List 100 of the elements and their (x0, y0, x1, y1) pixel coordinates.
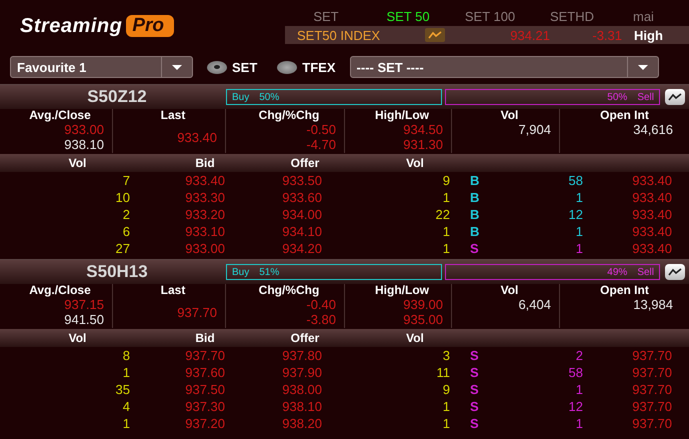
symbol-dropdown[interactable]: ---- SET ---- (350, 56, 659, 78)
favourite-dropdown[interactable]: Favourite 1 (10, 56, 193, 78)
radio-button[interactable] (277, 60, 298, 74)
column-header: Chg/%Chg (258, 284, 320, 297)
table-cell-text: 7 (122, 173, 130, 188)
table-cell-text: 2 (574, 348, 583, 363)
table-cell-text: 933.40 (631, 224, 672, 239)
table-cell-text: 933.00 (184, 241, 225, 256)
series-symbol: S50H13 (85, 262, 149, 282)
table-cell-text: 1 (574, 382, 583, 397)
column-header: Vol (68, 331, 88, 345)
table-cell-text: 933.60 (281, 190, 322, 205)
table-cell-text: 933.40 (631, 207, 672, 222)
table-cell-text: 1 (574, 190, 583, 205)
table-cell-text: 937.80 (281, 348, 322, 363)
sell-ratio-bar: 49% Sell (444, 264, 660, 280)
table-cell-text: 937.70 (631, 382, 672, 397)
column-header: Open Int (599, 284, 650, 297)
column-header: Vol (405, 331, 425, 345)
chart-button[interactable] (665, 264, 685, 280)
table-cell-text: S (469, 365, 480, 380)
table-cell-text: 933.40 (631, 190, 672, 205)
caret-icon (638, 64, 648, 70)
volume-value: 7,904 (517, 122, 551, 137)
column-header: Vol (68, 156, 88, 170)
table-cell-text: 1 (122, 416, 130, 431)
open-interest-value: 13,984 (632, 297, 673, 312)
table-cell-text: 3 (442, 348, 450, 363)
table-cell-text: 1 (442, 399, 450, 414)
column-header: Last (160, 109, 186, 122)
table-cell-text: 6 (122, 224, 130, 239)
table-cell-text: 937.30 (184, 399, 225, 414)
table-cell-text: 1 (442, 190, 450, 205)
table-cell-text: 9 (442, 173, 450, 188)
market-tab[interactable]: SET (285, 8, 367, 24)
close-price: 938.10 (63, 137, 104, 152)
logo-wordmark: Streaming (20, 14, 122, 38)
table-cell-text: 58 (568, 173, 583, 188)
radio-button[interactable] (207, 60, 227, 74)
table-cell-text: B (469, 190, 480, 205)
table-cell-text: 938.00 (281, 382, 322, 397)
table-cell-text: 934.20 (281, 241, 322, 256)
table-cell-text: 1 (574, 241, 583, 256)
column-header: High/Low (374, 284, 430, 297)
table-cell-text: 12 (568, 207, 583, 222)
table-cell-text: 937.50 (184, 382, 225, 397)
chart-button[interactable] (665, 89, 685, 105)
table-cell-text: 58 (568, 365, 583, 380)
table-cell-text: 937.70 (631, 365, 672, 380)
table-cell-text: B (469, 207, 480, 222)
table-cell-text: S (469, 416, 480, 431)
change-value: -0.50 (305, 122, 336, 137)
table-cell-text: S (469, 241, 480, 256)
index-name: SET50 INDEX (296, 28, 382, 42)
market-tab[interactable]: SET 50 (367, 8, 449, 24)
table-cell-text: 934.00 (281, 207, 322, 222)
radio-label: SET (232, 60, 258, 74)
change-value: -0.40 (305, 297, 336, 312)
table-cell-text: 937.70 (184, 348, 225, 363)
sell-ratio-bar: 50% Sell (444, 89, 660, 105)
table-cell-text: 1 (442, 224, 450, 239)
table-cell-text: 1 (442, 241, 450, 256)
market-tab[interactable]: mai (633, 8, 654, 24)
column-header: Last (160, 284, 186, 297)
table-cell-text: 1 (122, 365, 130, 380)
average-price: 933.00 (63, 122, 104, 137)
table-cell-text: 10 (114, 190, 130, 205)
market-tab[interactable]: SET 100 (449, 8, 531, 24)
column-header: Chg/%Chg (258, 109, 320, 122)
table-cell-text: 934.10 (281, 224, 322, 239)
column-header: Bid (194, 331, 216, 345)
table-cell-text: 1 (442, 416, 450, 431)
radio-label: TFEX (302, 60, 336, 74)
change-percent: -3.80 (305, 312, 336, 327)
chart-icon[interactable] (425, 28, 445, 42)
table-cell-text: 933.50 (281, 173, 322, 188)
table-cell-text: 937.20 (184, 416, 225, 431)
table-cell-text: 9 (442, 382, 450, 397)
column-header: Offer (290, 331, 320, 345)
high-price: 934.50 (402, 122, 443, 137)
table-cell-text: 937.60 (184, 365, 225, 380)
table-cell-text: 22 (434, 207, 450, 222)
series-symbol: S50Z12 (86, 87, 148, 107)
column-header: Open Int (599, 109, 650, 122)
market-tab[interactable]: SETHD (531, 8, 613, 24)
high-price: 939.00 (402, 297, 443, 312)
line-chart-icon (668, 93, 682, 101)
table-cell-text: 8 (122, 348, 130, 363)
caret-icon (172, 64, 182, 70)
table-cell-text: 1 (574, 224, 583, 239)
column-header: Vol (405, 156, 425, 170)
table-cell-text: S (469, 399, 480, 414)
open-interest-value: 34,616 (632, 122, 673, 137)
column-header: High/Low (374, 109, 430, 122)
column-header: Bid (194, 156, 216, 170)
index-value: 934.21 (509, 28, 550, 42)
table-cell-text: 1 (574, 416, 583, 431)
line-chart-icon (668, 268, 682, 276)
low-price: 931.30 (402, 137, 443, 152)
index-change: -3.31 (591, 28, 622, 42)
